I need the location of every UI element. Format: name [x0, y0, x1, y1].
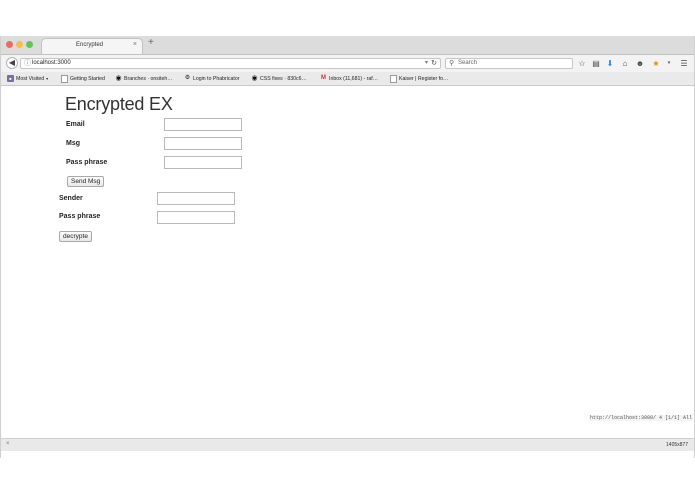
- send-msg-button[interactable]: Send Msg: [67, 176, 105, 187]
- home-icon[interactable]: ⌂: [620, 58, 630, 69]
- download-icon[interactable]: ⬇: [605, 58, 615, 69]
- close-icon[interactable]: ×: [6, 441, 10, 447]
- chevron-down-icon: ▾: [46, 76, 49, 81]
- reload-icon[interactable]: ↻: [431, 59, 437, 68]
- new-tab-icon[interactable]: +: [148, 38, 154, 48]
- search-bar[interactable]: ⚲ Search: [445, 58, 573, 69]
- bookmark-label: Login to Phabricator: [193, 75, 240, 82]
- bookmark-css-fixes[interactable]: ◉ CSS fixes · 830c6…: [251, 74, 307, 83]
- minimize-window-icon[interactable]: [16, 41, 23, 48]
- browser-window: Encrypted × + ◀ ⓘ localhost:3000 ▾ ↻ ⚲ S…: [0, 36, 695, 458]
- chat-icon[interactable]: ☻: [635, 58, 645, 69]
- bookmark-label: Most Visited: [16, 75, 45, 82]
- msg-field[interactable]: [164, 137, 242, 150]
- msg-label: Msg: [66, 140, 80, 147]
- status-bar: × 1405x877: [1, 438, 694, 451]
- close-window-icon[interactable]: [6, 41, 13, 48]
- tab-close-icon[interactable]: ×: [133, 41, 137, 48]
- back-button[interactable]: ◀: [6, 57, 18, 69]
- search-icon: ⚲: [449, 60, 455, 67]
- site-info-icon[interactable]: ⓘ: [24, 59, 31, 68]
- sender-field[interactable]: [157, 192, 235, 205]
- search-placeholder[interactable]: Search: [458, 60, 477, 66]
- gmail-icon: M: [321, 75, 326, 81]
- bookmark-most-visited[interactable]: ■ Most Visited ▾: [7, 74, 48, 83]
- email-label: Email: [66, 121, 85, 128]
- page-content: Encrypted EX Email Msg Pass phrase Send …: [1, 86, 694, 438]
- decrypt-pass-phrase-field[interactable]: [157, 211, 235, 224]
- extension-icon[interactable]: ★: [651, 58, 661, 69]
- nav-bar: ◀ ⓘ localhost:3000 ▾ ↻ ⚲ Search ☆ ▤ ⬇ ⌂ …: [1, 55, 694, 72]
- url-dropdown-icon[interactable]: ▾: [425, 59, 428, 68]
- tab-title: Encrypted: [76, 42, 104, 48]
- bookmark-label: Kaiser | Register fo…: [399, 75, 449, 82]
- bookmark-star-icon[interactable]: ☆: [577, 58, 587, 69]
- url-text[interactable]: localhost:3000: [32, 60, 71, 66]
- bookmark-label: CSS fixes · 830c6…: [260, 75, 307, 82]
- folder-icon: ■: [7, 75, 14, 82]
- github-icon: ◉: [251, 75, 258, 82]
- page-icon: [390, 74, 397, 83]
- bookmark-phabricator[interactable]: ⚙ Login to Phabricator: [184, 74, 240, 83]
- sender-label: Sender: [59, 195, 83, 202]
- bookmark-inbox[interactable]: M Inbox (11,681) - raf…: [320, 74, 378, 83]
- bookmarks-toolbar: ■ Most Visited ▾ Getting Started ◉ Branc…: [1, 72, 694, 86]
- bookmark-label: Inbox (11,681) - raf…: [329, 75, 378, 82]
- url-bar[interactable]: ⓘ localhost:3000 ▾ ↻: [20, 58, 441, 69]
- tab-encrypted[interactable]: Encrypted ×: [41, 38, 143, 54]
- decrypte-button[interactable]: decrypte: [59, 231, 92, 242]
- tab-strip: Encrypted × +: [1, 36, 694, 55]
- github-icon: ◉: [115, 75, 122, 82]
- viewport-size: 1405x877: [666, 442, 688, 448]
- arrow-left-icon: ◀: [8, 58, 16, 67]
- chevron-down-icon[interactable]: ▾: [664, 58, 674, 69]
- phabricator-icon: ⚙: [184, 75, 191, 81]
- menu-icon[interactable]: ☰: [679, 58, 689, 69]
- status-url: http://localhost:3000/ 4 [1/1] All: [588, 415, 693, 421]
- page-title: Encrypted EX: [65, 94, 173, 114]
- bookmark-kaiser[interactable]: Kaiser | Register fo…: [390, 74, 448, 83]
- pass-phrase-field[interactable]: [164, 156, 242, 169]
- decrypt-pass-phrase-label: Pass phrase: [59, 213, 101, 220]
- bookmark-branches[interactable]: ◉ Branches · onsiteh…: [115, 74, 172, 83]
- reading-list-icon[interactable]: ▤: [591, 58, 601, 69]
- page-icon: [61, 74, 68, 83]
- bookmark-label: Branches · onsiteh…: [124, 75, 173, 82]
- maximize-window-icon[interactable]: [26, 41, 33, 48]
- bookmark-getting-started[interactable]: Getting Started: [61, 74, 105, 83]
- pass-phrase-label: Pass phrase: [66, 159, 108, 166]
- bookmark-label: Getting Started: [70, 75, 105, 82]
- email-field[interactable]: [164, 118, 242, 131]
